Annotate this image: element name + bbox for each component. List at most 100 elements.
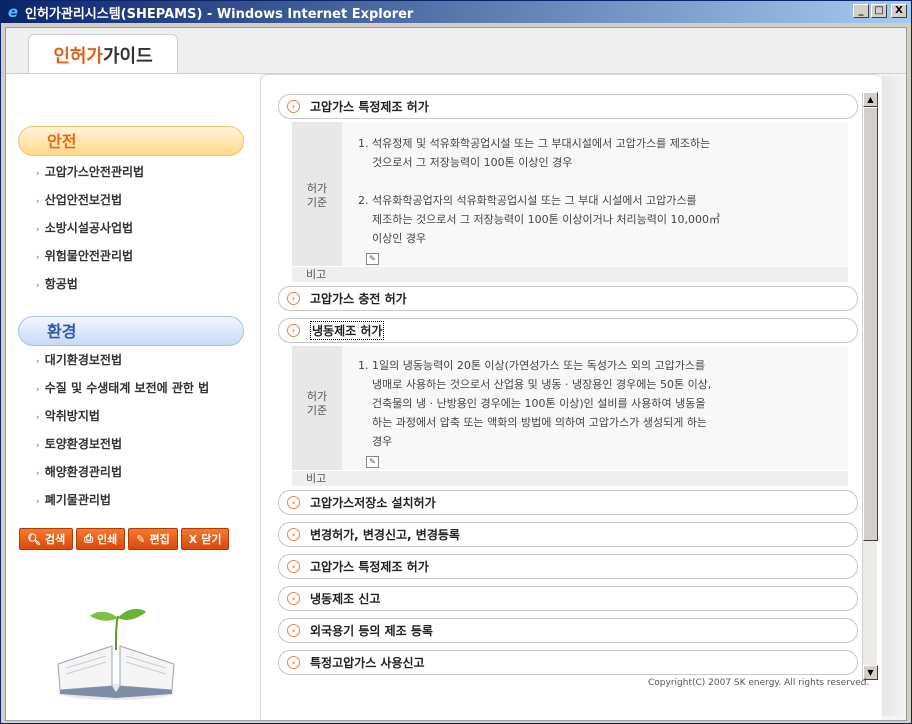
- sidebar-item-marine[interactable]: › 해양환경관리법: [36, 458, 209, 486]
- search-icon: 🔍︎: [27, 532, 41, 546]
- title-bar: e 인허가관리시스템(SHEPAMS) - Windows Internet E…: [1, 1, 911, 23]
- minimize-button[interactable]: _: [853, 4, 869, 18]
- sidebar-item-label: 산업안전보건법: [44, 193, 122, 207]
- sidebar-item-industrial-safety[interactable]: › 산업안전보건법: [36, 186, 144, 214]
- copyright-text: Copyright(C) 2007 SK energy. All rights …: [648, 678, 870, 688]
- page-client-area: 인허가 가이드 안전 › 고압가스안전관리법 › 산업안전보건법 › 소방시설공사업법 …: [5, 27, 907, 721]
- expand-arrow-icon: ›: [287, 560, 300, 573]
- sidebar-item-label: 해양환경관리법: [44, 465, 122, 479]
- bullet-icon: ›: [36, 385, 40, 395]
- category-safety[interactable]: 안전: [18, 126, 244, 156]
- guide-tab-label: 가이드: [103, 45, 153, 67]
- criteria-line: 제조하는 것으로서 그 저장능력이 100톤 이상이거나 처리능력이 10,00…: [358, 213, 720, 226]
- content-shadow: [882, 76, 906, 716]
- guide-tab-label-highlight: 인허가: [53, 45, 103, 67]
- ie-logo-icon: e: [7, 3, 19, 21]
- section-header[interactable]: › 냉동제조 신고: [278, 586, 858, 611]
- scroll-up-button[interactable]: ▲: [863, 92, 878, 107]
- open-book-sprout-icon: [57, 608, 175, 700]
- criteria-line: 것으로서 그 저장능력이 100톤 이상인 경우: [358, 156, 573, 169]
- section-header[interactable]: › 고압가스 특정제조 허가: [278, 554, 858, 579]
- bullet-icon: ›: [36, 197, 40, 207]
- scroll-thumb[interactable]: [863, 107, 878, 541]
- criteria-heading: 허가 기준: [292, 122, 342, 266]
- guide-tab[interactable]: 인허가 가이드: [28, 34, 178, 74]
- sidebar-item-label: 토양환경보전법: [44, 437, 122, 451]
- section-title: 변경허가, 변경신고, 변경등록: [310, 528, 460, 542]
- section-header[interactable]: › 고압가스 충전 허가: [278, 286, 858, 311]
- bullet-icon: ›: [36, 281, 40, 291]
- section-title: 고압가스저장소 설치허가: [310, 496, 436, 510]
- sidebar-item-fire-facility[interactable]: › 소방시설공사업법: [36, 214, 144, 242]
- sidebar-item-air-quality[interactable]: › 대기환경보전법: [36, 346, 209, 374]
- sidebar-item-label: 대기환경보전법: [44, 353, 122, 367]
- criteria-line: 건축물의 냉 · 난방용인 경우에는 100톤 이상)인 설비를 사용하여 냉동…: [358, 397, 706, 410]
- sidebar-item-soil[interactable]: › 토양환경보전법: [36, 430, 209, 458]
- criteria-line: 1. 1일의 냉동능력이 20톤 이상(가연성가스 또는 독성가스 외의 고압가…: [358, 359, 706, 372]
- expand-arrow-icon: ›: [287, 324, 300, 337]
- search-button[interactable]: 🔍︎ 검색: [19, 528, 74, 550]
- bullet-icon: ›: [36, 497, 40, 507]
- section-detail: 허가 기준 1. 석유정제 및 석유화학공업시설 또는 그 부대시설에서 고압가…: [292, 122, 848, 282]
- section-title: 외국용기 등의 제조 등록: [310, 624, 433, 638]
- sidebar-item-water-quality[interactable]: › 수질 및 수생태계 보전에 관한 법: [36, 374, 209, 402]
- environment-law-list: › 대기환경보전법 › 수질 및 수생태계 보전에 관한 법 › 악취방지법 › 토양환…: [36, 346, 209, 514]
- section-header[interactable]: › 특정고압가스 사용신고: [278, 650, 858, 675]
- bullet-icon: ›: [36, 253, 40, 263]
- section-header[interactable]: › 고압가스 특정제조 허가: [278, 94, 858, 119]
- print-button[interactable]: ⎙ 인쇄: [76, 528, 126, 550]
- edit-note-icon[interactable]: ✎: [366, 253, 379, 265]
- remark-row: 비고: [292, 470, 848, 486]
- edit-icon: ✎: [136, 532, 146, 546]
- sidebar-item-odor[interactable]: › 악취방지법: [36, 402, 209, 430]
- bullet-icon: ›: [36, 169, 40, 179]
- criteria-line: 경우: [358, 435, 393, 448]
- print-icon: ⎙: [84, 532, 94, 545]
- sidebar-item-hazardous-material[interactable]: › 위험물안전관리법: [36, 242, 144, 270]
- expand-arrow-icon: ›: [287, 656, 300, 669]
- category-environment[interactable]: 환경: [18, 316, 244, 346]
- sidebar-item-label: 고압가스안전관리법: [44, 165, 145, 179]
- sidebar-item-high-pressure-gas[interactable]: › 고압가스안전관리법: [36, 158, 144, 186]
- criteria-line: 하는 과정에서 압축 또는 액화의 방법에 의하여 고압가스가 생성되게 하는: [358, 416, 708, 429]
- section-title: 고압가스 특정제조 허가: [310, 560, 429, 574]
- expand-arrow-icon: ›: [287, 624, 300, 637]
- expand-arrow-icon: ›: [287, 528, 300, 541]
- expand-arrow-icon: ›: [287, 496, 300, 509]
- page-header: 인허가 가이드: [6, 28, 906, 74]
- close-button[interactable]: X 닫기: [180, 528, 230, 550]
- section-title: 냉동제조 허가: [310, 321, 385, 340]
- vertical-scrollbar[interactable]: ▲ ▼: [862, 92, 878, 680]
- criteria-line: 1. 석유정제 및 석유화학공업시설 또는 그 부대시설에서 고압가스를 제조하…: [358, 137, 711, 150]
- section-header[interactable]: › 변경허가, 변경신고, 변경등록: [278, 522, 858, 547]
- criteria-label: 허가 기준: [306, 390, 328, 417]
- edit-note-icon[interactable]: ✎: [366, 456, 379, 468]
- sidebar: 안전 › 고압가스안전관리법 › 산업안전보건법 › 소방시설공사업법 › 위험물안전관…: [6, 74, 260, 720]
- bullet-icon: ›: [36, 469, 40, 479]
- edit-button[interactable]: ✎ 편집: [128, 528, 178, 550]
- bullet-icon: ›: [36, 413, 40, 423]
- window-controls: _ □ X: [853, 4, 907, 18]
- sidebar-item-label: 소방시설공사업법: [44, 221, 134, 235]
- close-button-label: 닫기: [201, 533, 222, 546]
- sidebar-item-label: 항공법: [44, 277, 78, 291]
- sidebar-item-aviation[interactable]: › 항공법: [36, 270, 144, 298]
- section-title: 특정고압가스 사용신고: [310, 656, 425, 670]
- print-button-label: 인쇄: [97, 533, 118, 546]
- section-header[interactable]: › 냉동제조 허가: [278, 318, 858, 343]
- safety-law-list: › 고압가스안전관리법 › 산업안전보건법 › 소방시설공사업법 › 위험물안전관리법 …: [36, 158, 144, 298]
- sidebar-item-label: 폐기물관리법: [44, 493, 111, 507]
- bullet-icon: ›: [36, 357, 40, 367]
- section-header[interactable]: › 고압가스저장소 설치허가: [278, 490, 858, 515]
- sidebar-item-waste[interactable]: › 폐기물관리법: [36, 486, 209, 514]
- bullet-icon: ›: [36, 225, 40, 235]
- section-title: 고압가스 충전 허가: [310, 292, 407, 306]
- close-window-button[interactable]: X: [891, 4, 907, 18]
- criteria-content: 1. 1일의 냉동능력이 20톤 이상(가연성가스 또는 독성가스 외의 고압가…: [342, 346, 848, 470]
- section-header[interactable]: › 외국용기 등의 제조 등록: [278, 618, 858, 643]
- criteria-content: 1. 석유정제 및 석유화학공업시설 또는 그 부대시설에서 고압가스를 제조하…: [342, 122, 848, 266]
- maximize-button[interactable]: □: [871, 4, 887, 18]
- bullet-icon: ›: [36, 441, 40, 451]
- expand-arrow-icon: ›: [287, 292, 300, 305]
